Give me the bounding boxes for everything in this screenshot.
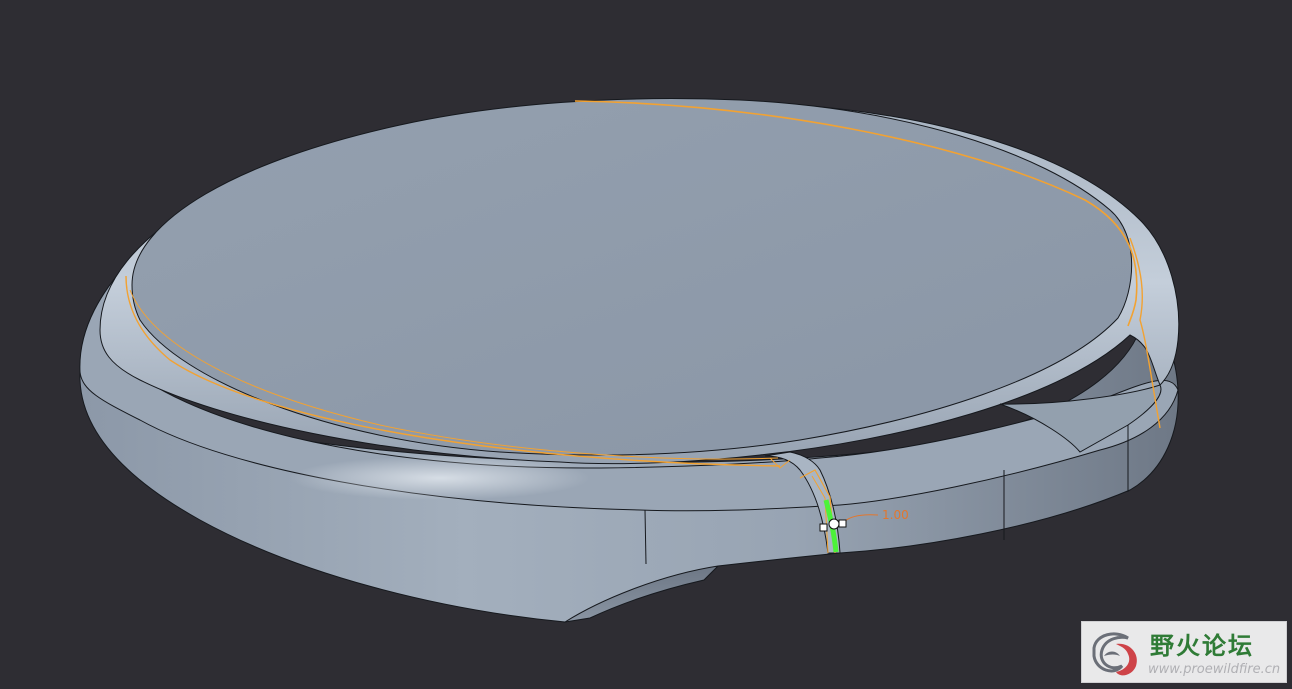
drag-handle-square-left[interactable]: [819, 523, 828, 532]
drag-handle-square-right[interactable]: [838, 519, 847, 528]
graphics-viewport[interactable]: 1.00 野火论坛 www.proewildfire.cn: [0, 0, 1292, 689]
drag-handle-circle[interactable]: [828, 518, 840, 530]
watermark-title: 野火论坛: [1150, 632, 1254, 660]
model-render[interactable]: 1.00: [0, 0, 1292, 689]
watermark-url: www.proewildfire.cn: [1148, 662, 1281, 677]
forum-watermark: 野火论坛 www.proewildfire.cn: [1081, 621, 1287, 683]
flame-logo-icon: [1092, 632, 1137, 676]
fillet-highlight: [290, 456, 590, 500]
dimension-value[interactable]: 1.00: [882, 508, 909, 522]
